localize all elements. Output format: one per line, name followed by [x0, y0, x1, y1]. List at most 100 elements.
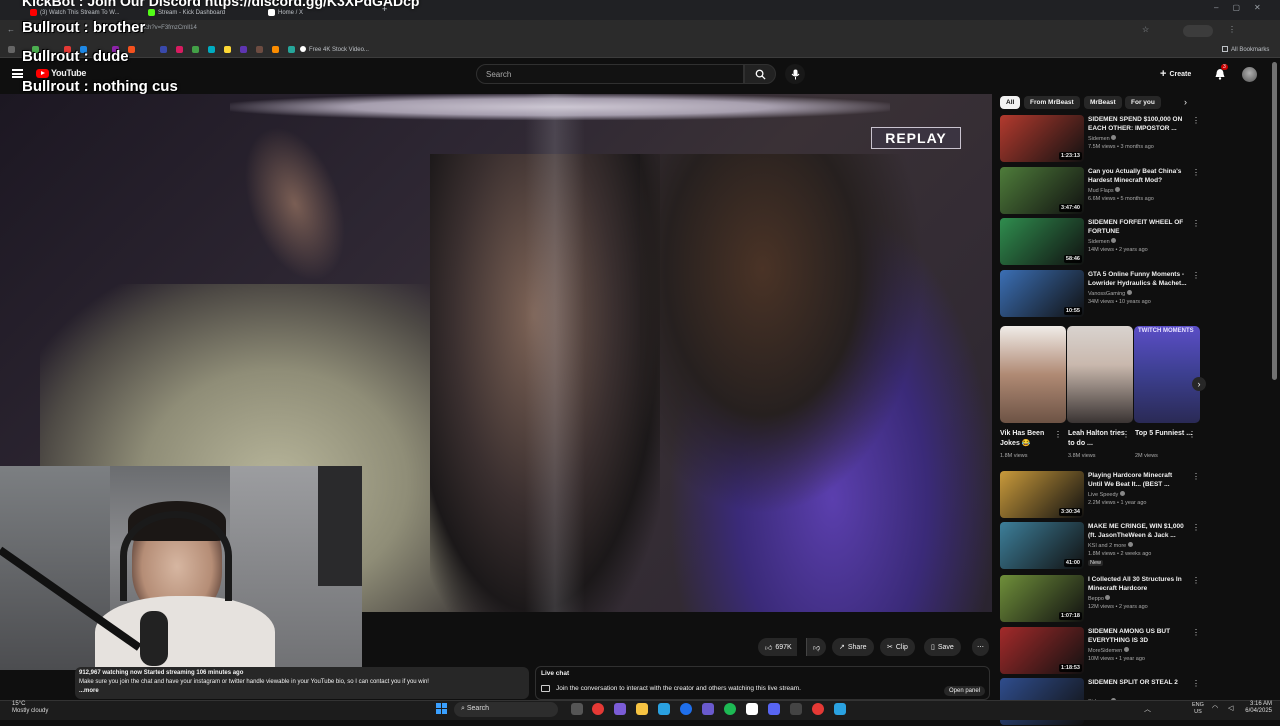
- short-title[interactable]: Leah Halton tries to do ...: [1068, 429, 1126, 449]
- chip-for-you[interactable]: For you: [1125, 96, 1161, 109]
- video-title[interactable]: MAKE ME CRINGE, WIN $1,000 (ft. JasonThe…: [1088, 522, 1188, 540]
- bookmark-icon[interactable]: [176, 46, 183, 53]
- video-title[interactable]: SIDEMEN FORFEIT WHEEL OF FORTUNE: [1088, 218, 1188, 236]
- recommended-video[interactable]: 1:18:53 SIDEMEN AMONG US BUT EVERYTHING I…: [1000, 627, 1200, 675]
- extension-icons[interactable]: [1183, 25, 1213, 37]
- chrome-icon[interactable]: [812, 703, 824, 715]
- chevron-right-icon[interactable]: ›: [1184, 97, 1187, 107]
- more-options-icon[interactable]: ⋮: [1192, 219, 1200, 228]
- short-more-icon[interactable]: ⋮: [1122, 430, 1130, 439]
- video-thumbnail[interactable]: 1:18:53: [1000, 627, 1084, 674]
- video-channel[interactable]: KSI and 2 more: [1088, 542, 1133, 549]
- more-actions-button[interactable]: ⋯: [972, 638, 989, 656]
- bookmark-icon[interactable]: [192, 46, 199, 53]
- short-title[interactable]: Vik Has Been Jokes 😂: [1000, 429, 1058, 449]
- video-thumbnail[interactable]: 1:23:13: [1000, 115, 1084, 162]
- edge-icon[interactable]: [680, 703, 692, 715]
- video-title[interactable]: SIDEMEN SPLIT OR STEAL 2: [1088, 678, 1188, 687]
- file-explorer-icon[interactable]: [636, 703, 648, 715]
- short-more-icon[interactable]: ⋮: [1054, 430, 1062, 439]
- create-button[interactable]: + Create: [1160, 66, 1191, 82]
- bookmark-icon[interactable]: [224, 46, 231, 53]
- new-tab-icon[interactable]: +: [382, 4, 387, 14]
- video-thumbnail[interactable]: 3:30:34: [1000, 471, 1084, 518]
- wifi-icon[interactable]: ◠: [1212, 704, 1218, 712]
- window-controls[interactable]: –▢✕: [1214, 3, 1275, 12]
- tab-kick[interactable]: Stream - Kick Dashboard: [144, 5, 229, 20]
- video-thumbnail[interactable]: 41:00: [1000, 522, 1084, 569]
- bookmark-icon[interactable]: [208, 46, 215, 53]
- video-channel[interactable]: Mud Flaps: [1088, 187, 1121, 194]
- recommended-video[interactable]: 10:55 GTA 5 Online Funny Moments - Lowrid…: [1000, 270, 1200, 318]
- recommended-video[interactable]: 41:00 MAKE ME CRINGE, WIN $1,000 (ft. Jas…: [1000, 522, 1200, 570]
- weather-widget[interactable]: 15°C Mostly cloudy: [12, 701, 48, 715]
- star-icon[interactable]: ☆: [1142, 25, 1149, 34]
- video-title[interactable]: GTA 5 Online Funny Moments - Lowrider Hy…: [1088, 270, 1188, 288]
- video-channel[interactable]: Sidemen: [1088, 238, 1117, 245]
- url-text[interactable]: atch?v=F3fmzCmIl14: [140, 25, 197, 31]
- video-channel[interactable]: Beppo: [1088, 595, 1111, 602]
- hamburger-menu-icon[interactable]: [12, 69, 23, 78]
- bookmark-icon[interactable]: [288, 46, 295, 53]
- video-title[interactable]: I Collected All 30 Structures In Minecra…: [1088, 575, 1188, 593]
- page-scrollbar[interactable]: [1272, 62, 1277, 380]
- more-options-icon[interactable]: ⋮: [1192, 576, 1200, 585]
- bookmark-icon[interactable]: [272, 46, 279, 53]
- video-thumbnail[interactable]: 3:47:40: [1000, 167, 1084, 214]
- short-more-icon[interactable]: ⋮: [1188, 430, 1196, 439]
- recommended-video[interactable]: 3:47:40 Can you Actually Beat China's Har…: [1000, 167, 1200, 215]
- more-options-icon[interactable]: ⋮: [1192, 679, 1200, 688]
- share-button[interactable]: ↗ Share: [832, 638, 874, 656]
- video-title[interactable]: Playing Hardcore Minecraft Until We Beat…: [1088, 471, 1188, 489]
- bookmark-icon[interactable]: [240, 46, 247, 53]
- more-options-icon[interactable]: ⋮: [1192, 168, 1200, 177]
- clock[interactable]: 3:16 AM 6/04/2025: [1242, 701, 1272, 715]
- app-icon[interactable]: [834, 703, 846, 715]
- recommended-video[interactable]: 58:46 SIDEMEN FORFEIT WHEEL OF FORTUNE Sid…: [1000, 218, 1200, 266]
- youtube-logo[interactable]: YouTube: [36, 68, 86, 78]
- tray-chevron-icon[interactable]: ︿: [1144, 704, 1151, 714]
- menu-dots-icon[interactable]: ⋮: [1228, 25, 1236, 34]
- video-title[interactable]: SIDEMEN SPEND $100,000 ON EACH OTHER: IM…: [1088, 115, 1188, 133]
- telegram-icon[interactable]: [658, 703, 670, 715]
- search-input[interactable]: Search: [476, 64, 744, 84]
- chrome-icon[interactable]: [592, 703, 604, 715]
- apps-icon[interactable]: [8, 46, 15, 53]
- description-box[interactable]: 912,967 watching now Started streaming 1…: [75, 667, 529, 699]
- app-icon[interactable]: [614, 703, 626, 715]
- voice-search-button[interactable]: [785, 64, 805, 84]
- windows-start-icon[interactable]: [436, 703, 447, 714]
- more-options-icon[interactable]: ⋮: [1192, 271, 1200, 280]
- dislike-button[interactable]: 👎︎: [806, 638, 827, 656]
- app-icon[interactable]: [702, 703, 714, 715]
- shorts-next-arrow-icon[interactable]: ›: [1192, 377, 1206, 391]
- short-thumbnail[interactable]: TWITCH MOMENTS: [1134, 326, 1200, 423]
- task-view-icon[interactable]: [571, 703, 583, 715]
- volume-icon[interactable]: ◁: [1228, 704, 1233, 712]
- app-icon[interactable]: [790, 703, 802, 715]
- save-button[interactable]: ▯ Save: [924, 638, 961, 656]
- chip-all[interactable]: All: [1000, 96, 1021, 109]
- tab-youtube[interactable]: (3) Watch This Stream To W...: [26, 5, 124, 20]
- open-panel-button[interactable]: Open panel: [944, 686, 986, 696]
- recommended-video[interactable]: 3:30:34 Playing Hardcore Minecraft Until …: [1000, 471, 1200, 519]
- video-title[interactable]: SIDEMEN AMONG US BUT EVERYTHING IS 3D: [1088, 627, 1188, 645]
- video-channel[interactable]: VanossGaming: [1088, 290, 1132, 297]
- recommended-video[interactable]: 1:07:18 I Collected All 30 Structures In …: [1000, 575, 1200, 623]
- obs-icon[interactable]: [746, 703, 758, 715]
- short-title[interactable]: Top 5 Funniest ...: [1135, 429, 1193, 439]
- tab-x[interactable]: Home / X: [264, 5, 307, 20]
- language-indicator[interactable]: ENG US: [1192, 702, 1204, 716]
- video-thumbnail[interactable]: 58:46: [1000, 218, 1084, 265]
- all-bookmarks[interactable]: All Bookmarks: [1222, 46, 1269, 53]
- video-thumbnail[interactable]: 10:55: [1000, 270, 1084, 317]
- bookmark-icon[interactable]: [128, 46, 135, 53]
- video-channel[interactable]: MoreSidemen: [1088, 647, 1129, 654]
- video-title[interactable]: Can you Actually Beat China's Hardest Mi…: [1088, 167, 1188, 185]
- video-channel[interactable]: Live Speedy: [1088, 491, 1125, 498]
- search-button[interactable]: [744, 64, 776, 84]
- discord-icon[interactable]: [768, 703, 780, 715]
- taskbar-search[interactable]: ⌕ Search: [454, 702, 558, 717]
- bookmark-free-4k[interactable]: Free 4K Stock Video...: [300, 46, 369, 53]
- clip-button[interactable]: ✂ Clip: [880, 638, 915, 656]
